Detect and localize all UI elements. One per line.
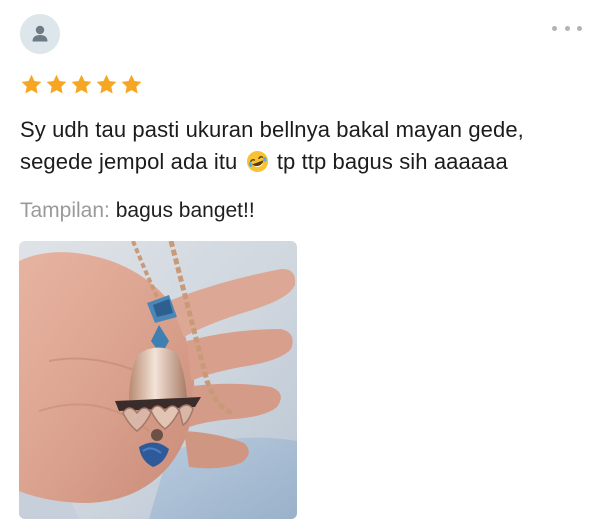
review-card: Sy udh tau pasti ukuran bellnya bakal ma… — [0, 0, 600, 526]
review-photo-image — [19, 241, 297, 519]
review-text-before-emoji: segede jempol ada itu — [20, 149, 238, 174]
star-rating — [20, 73, 143, 96]
reviewer-avatar[interactable] — [20, 14, 60, 54]
star-icon — [21, 74, 42, 94]
more-dot — [564, 25, 570, 31]
more-dot — [577, 25, 582, 31]
rolling-on-floor-laughing-emoji-icon — [246, 150, 268, 173]
review-photo[interactable] — [19, 241, 297, 519]
review-text-after-emoji: tp ttp bagus sih aaaaaa — [276, 149, 508, 174]
review-text: Sy udh tau pasti ukuran bellnya bakal ma… — [20, 114, 580, 178]
review-text-line-2: segede jempol ada itu tp ttp bagus sih a… — [20, 146, 580, 178]
star-icon — [71, 74, 92, 94]
user-silhouette-icon — [20, 14, 60, 54]
more-options-button[interactable] — [552, 18, 582, 38]
review-text-line-1: Sy udh tau pasti ukuran bellnya bakal ma… — [20, 117, 524, 142]
attribute-label: Tampilan: — [20, 199, 110, 222]
more-horizontal-icon — [552, 25, 557, 31]
attribute-value: bagus banget!! — [115, 199, 255, 222]
star-icon — [46, 74, 67, 94]
star-icon — [96, 74, 117, 94]
star-icon — [121, 74, 142, 94]
review-attribute: Tampilan: bagus banget!! — [20, 196, 255, 226]
